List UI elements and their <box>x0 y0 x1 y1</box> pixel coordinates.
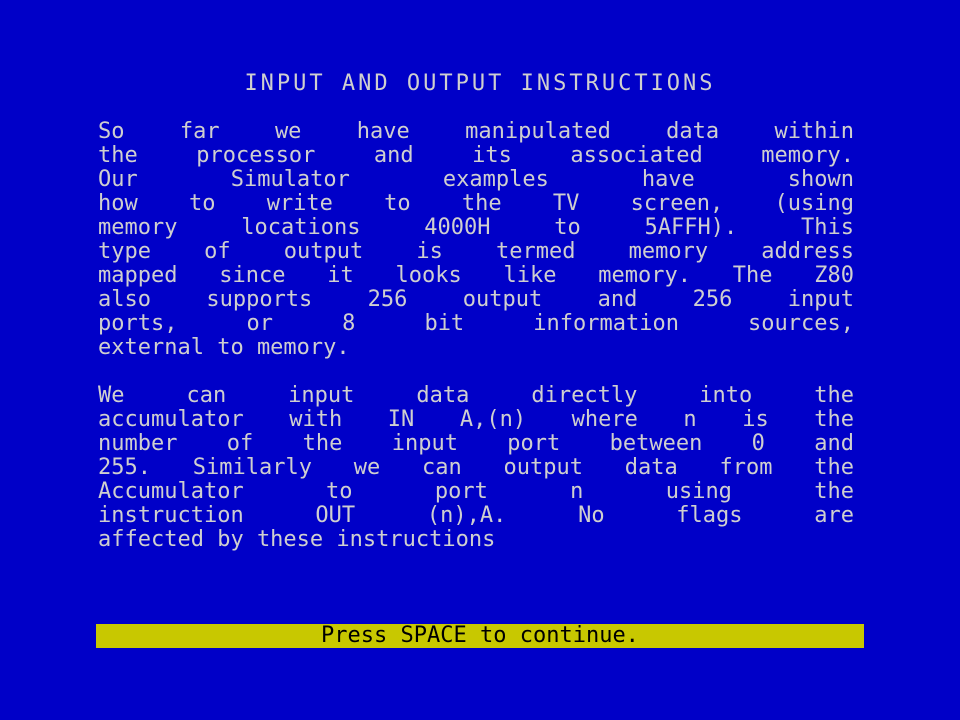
text-line: affected by these instructions <box>98 528 496 552</box>
simulator-screen: INPUT AND OUTPUT INSTRUCTIONS So far we … <box>0 0 960 720</box>
text-line: Accumulator to port n using the <box>98 480 854 504</box>
text-line: 255. Similarly we can output data from t… <box>98 456 854 480</box>
text-line: instruction OUT (n),A. No flags are <box>98 504 854 528</box>
paragraph-memory-mapped: So far we have manipulated data within t… <box>98 120 854 360</box>
text-line: how to write to the TV screen, (using <box>98 192 854 216</box>
text-line: the processor and its associated memory. <box>98 144 854 168</box>
paragraph-io-instructions: We can input data directly into the accu… <box>98 384 854 552</box>
text-line: type of output is termed memory address <box>98 240 854 264</box>
text-line: accumulator with IN A,(n) where n is the <box>98 408 854 432</box>
text-line: also supports 256 output and 256 input <box>98 288 854 312</box>
text-line: number of the input port between 0 and <box>98 432 854 456</box>
text-line: mapped since it looks like memory. The Z… <box>98 264 854 288</box>
text-line: external to memory. <box>98 336 350 360</box>
text-line: So far we have manipulated data within <box>98 120 854 144</box>
text-line: Our Simulator examples have shown <box>98 168 854 192</box>
text-line: We can input data directly into the <box>98 384 854 408</box>
text-line: memory locations 4000H to 5AFFH). This <box>98 216 854 240</box>
continue-prompt[interactable]: Press SPACE to continue. <box>96 624 864 648</box>
page-title: INPUT AND OUTPUT INSTRUCTIONS <box>244 71 716 96</box>
text-line: ports, or 8 bit information sources, <box>98 312 854 336</box>
